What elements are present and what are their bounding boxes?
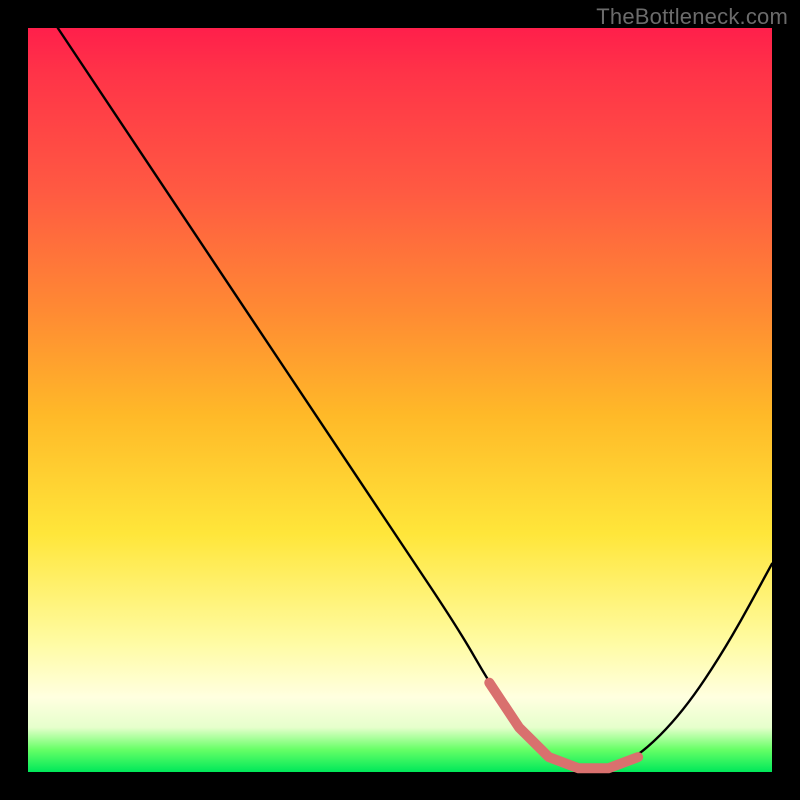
curve-path [58,28,772,768]
page-frame: TheBottleneck.com [0,0,800,800]
curve-minimum-highlight [489,683,638,769]
watermark-text: TheBottleneck.com [596,4,788,30]
bottleneck-curve [28,28,772,772]
chart-plot-area [28,28,772,772]
